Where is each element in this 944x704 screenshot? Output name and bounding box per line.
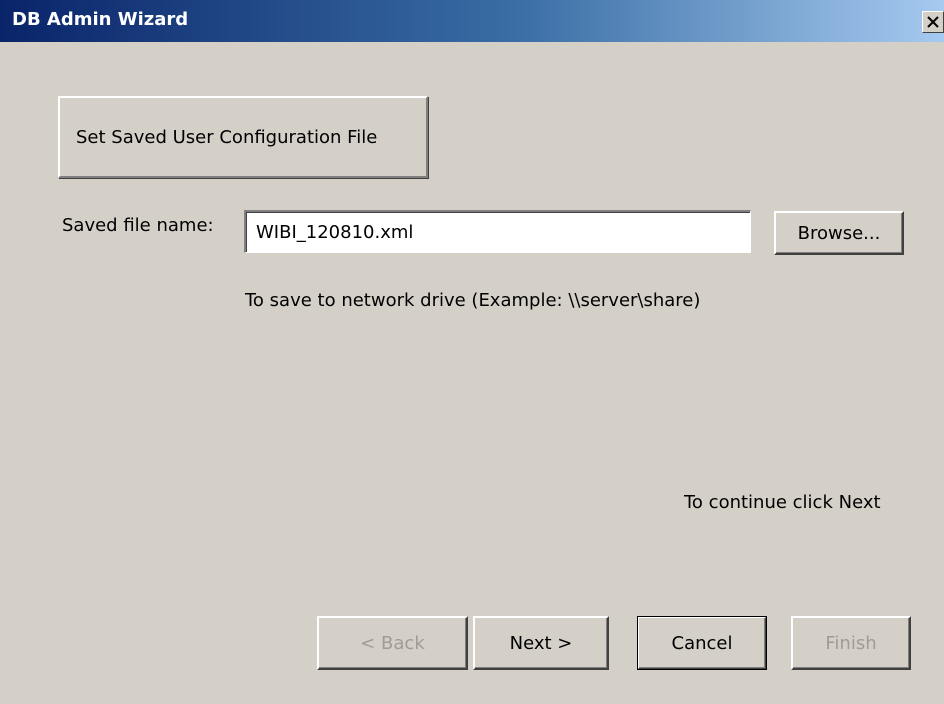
finish-button[interactable]: Finish bbox=[791, 616, 911, 670]
window-title: DB Admin Wizard bbox=[12, 9, 189, 30]
cancel-button-label: Cancel bbox=[671, 632, 733, 654]
close-button[interactable] bbox=[922, 11, 944, 33]
back-button[interactable]: < Back bbox=[317, 616, 468, 670]
network-drive-hint: To save to network drive (Example: \\ser… bbox=[245, 290, 701, 311]
continue-hint: To continue click Next bbox=[684, 492, 881, 513]
close-icon bbox=[927, 16, 939, 28]
back-button-label: < Back bbox=[360, 632, 425, 654]
browse-button-label: Browse... bbox=[797, 222, 881, 244]
step-title-label: Set Saved User Configuration File bbox=[76, 126, 378, 148]
next-button[interactable]: Next > bbox=[473, 616, 609, 670]
saved-file-input[interactable] bbox=[246, 212, 750, 252]
next-button-label: Next > bbox=[509, 632, 573, 654]
saved-file-label: Saved file name: bbox=[62, 215, 214, 236]
browse-button[interactable]: Browse... bbox=[774, 211, 904, 255]
cancel-button[interactable]: Cancel bbox=[637, 616, 767, 670]
wizard-window: DB Admin Wizard Set Saved User Configura… bbox=[0, 0, 944, 704]
saved-file-field[interactable] bbox=[244, 210, 751, 253]
finish-button-label: Finish bbox=[825, 632, 877, 654]
title-bar[interactable]: DB Admin Wizard bbox=[0, 0, 944, 42]
step-title-button[interactable]: Set Saved User Configuration File bbox=[58, 96, 428, 178]
